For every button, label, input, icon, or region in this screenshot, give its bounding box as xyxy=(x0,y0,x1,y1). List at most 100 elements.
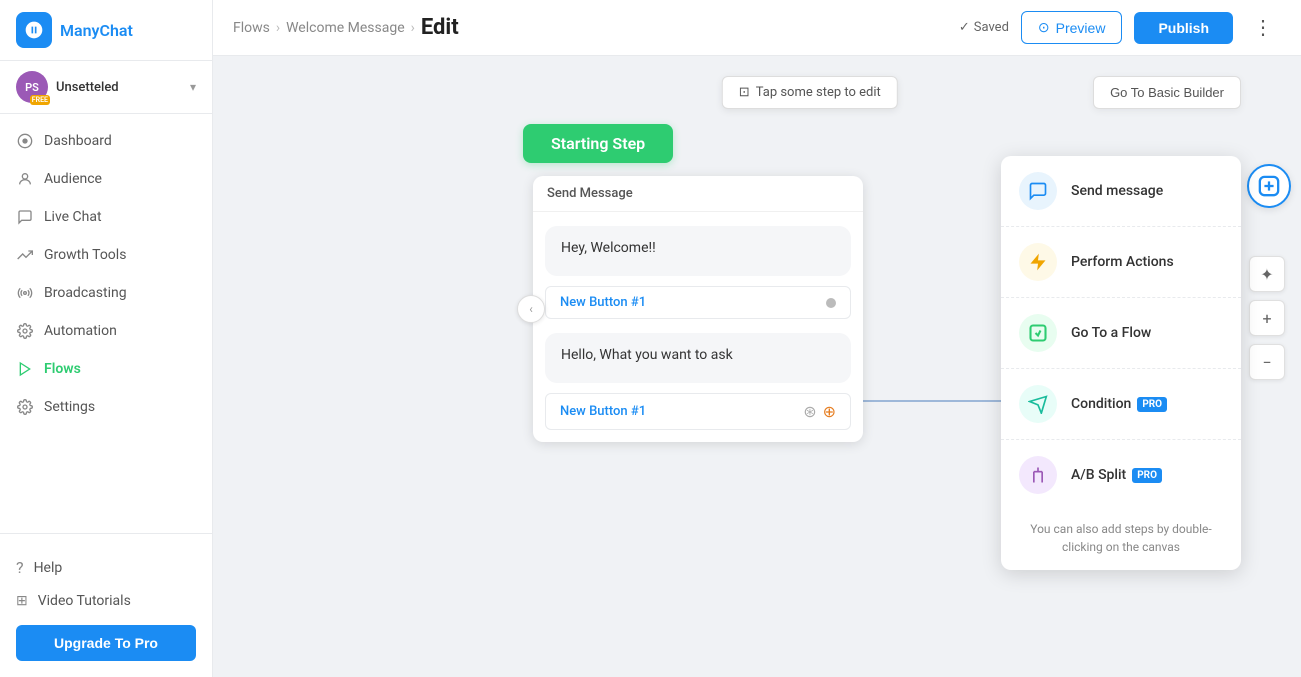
dropdown-send-message[interactable]: Send message xyxy=(1001,156,1241,227)
preview-icon: ⊙ xyxy=(1038,19,1050,36)
dropdown-perform-actions[interactable]: Perform Actions xyxy=(1001,227,1241,298)
sidebar-item-label: Automation xyxy=(44,323,117,339)
sidebar-item-label: Broadcasting xyxy=(44,285,127,301)
automation-icon xyxy=(16,322,34,340)
saved-label: Saved xyxy=(974,20,1009,35)
ab-split-pro-badge: PRO xyxy=(1132,468,1162,483)
sidebar-item-label: Dashboard xyxy=(44,133,112,149)
tap-label: Tap some step to edit xyxy=(756,85,881,100)
check-icon: ✓ xyxy=(959,20,970,35)
send-message-label: Send message xyxy=(1071,183,1163,199)
tap-banner: ⊡ Tap some step to edit xyxy=(722,76,898,109)
main-area: Flows › Welcome Message › Edit ✓ Saved ⊙… xyxy=(213,0,1301,677)
account-name: Unsetteled xyxy=(56,80,119,95)
preview-label: Preview xyxy=(1056,20,1106,36)
go-to-flow-icon xyxy=(1019,314,1057,352)
zoom-in-button[interactable]: + xyxy=(1249,300,1285,336)
audience-icon xyxy=(16,170,34,188)
sidebar-item-label: Audience xyxy=(44,171,102,187)
ab-split-label: A/B Split xyxy=(1071,467,1126,483)
settings-icon xyxy=(16,398,34,416)
topbar-actions: ✓ Saved ⊙ Preview Publish ⋮ xyxy=(959,11,1281,44)
dropdown-go-to-flow[interactable]: Go To a Flow xyxy=(1001,298,1241,369)
link-icon: ⊛ xyxy=(803,402,816,421)
send-message-icon xyxy=(1019,172,1057,210)
button-2-label: New Button #1 xyxy=(560,404,646,419)
page-title: Edit xyxy=(421,15,459,40)
sidebar-item-live-chat[interactable]: Live Chat xyxy=(0,198,212,236)
account-selector[interactable]: PS FREE Unsetteled ▾ xyxy=(0,61,212,114)
perform-actions-label: Perform Actions xyxy=(1071,254,1174,270)
button-action-icons: ⊛ ⊕ xyxy=(803,402,836,421)
message-bubble-1[interactable]: Hey, Welcome!! xyxy=(545,226,851,276)
canvas-add-button[interactable] xyxy=(1247,164,1291,208)
breadcrumb-sep-1: › xyxy=(276,20,280,36)
breadcrumb-flows[interactable]: Flows xyxy=(233,20,270,36)
help-icon: ? xyxy=(16,558,24,577)
tutorials-label: Video Tutorials xyxy=(38,593,131,609)
condition-label: Condition xyxy=(1071,396,1131,412)
chat-icon xyxy=(16,208,34,226)
tap-icon: ⊡ xyxy=(739,85,750,100)
sidebar-item-label: Live Chat xyxy=(44,209,102,225)
breadcrumb: Flows › Welcome Message › Edit xyxy=(233,15,459,40)
canvas[interactable]: ⊡ Tap some step to edit Go To Basic Buil… xyxy=(213,56,1301,677)
dashboard-icon xyxy=(16,132,34,150)
brand-name: ManyChat xyxy=(60,21,133,40)
button-row-2[interactable]: New Button #1 ⊛ ⊕ xyxy=(545,393,851,430)
condition-pro-badge: PRO xyxy=(1137,397,1167,412)
breadcrumb-welcome[interactable]: Welcome Message xyxy=(286,20,405,36)
sidebar-item-automation[interactable]: Automation xyxy=(0,312,212,350)
go-to-flow-label: Go To a Flow xyxy=(1071,325,1151,341)
sidebar-item-label: Flows xyxy=(44,361,81,377)
ab-split-icon xyxy=(1019,456,1057,494)
sidebar-item-settings[interactable]: Settings xyxy=(0,388,212,426)
basic-builder-button[interactable]: Go To Basic Builder xyxy=(1093,76,1241,109)
starting-step-label: Starting Step xyxy=(551,134,645,153)
sidebar-item-flows[interactable]: Flows xyxy=(0,350,212,388)
canvas-tools: ✦ + − xyxy=(1249,256,1285,380)
sidebar-item-label: Settings xyxy=(44,399,95,415)
send-message-node: ‹ Send Message Hey, Welcome!! New Button… xyxy=(533,176,863,442)
broadcasting-icon xyxy=(16,284,34,302)
dropdown-ab-split[interactable]: A/B Split PRO xyxy=(1001,440,1241,510)
condition-icon xyxy=(1019,385,1057,423)
tutorials-item[interactable]: ⊞ Video Tutorials xyxy=(16,585,196,617)
sidebar-item-broadcasting[interactable]: Broadcasting xyxy=(0,274,212,312)
magic-tool-button[interactable]: ✦ xyxy=(1249,256,1285,292)
sidebar-bottom: ? Help ⊞ Video Tutorials Upgrade To Pro xyxy=(0,533,212,677)
breadcrumb-sep-2: › xyxy=(411,20,415,36)
free-badge: FREE xyxy=(30,95,50,105)
warning-icon: ⊕ xyxy=(823,402,836,421)
flows-icon xyxy=(16,360,34,378)
starting-step: Starting Step xyxy=(523,124,673,163)
sidebar-item-dashboard[interactable]: Dashboard xyxy=(0,122,212,160)
saved-status: ✓ Saved xyxy=(959,20,1009,35)
publish-button[interactable]: Publish xyxy=(1134,12,1233,44)
upgrade-button[interactable]: Upgrade To Pro xyxy=(16,625,196,661)
step-type-dropdown: Send message Perform Actions Go To a Flo… xyxy=(1001,156,1241,570)
growth-icon xyxy=(16,246,34,264)
perform-actions-icon xyxy=(1019,243,1057,281)
collapse-button[interactable]: ‹ xyxy=(517,295,545,323)
node-header: Send Message xyxy=(533,176,863,212)
sidebar-item-growth-tools[interactable]: Growth Tools xyxy=(0,236,212,274)
tutorials-icon: ⊞ xyxy=(16,593,28,609)
button-row-1[interactable]: New Button #1 xyxy=(545,286,851,319)
sidebar-item-audience[interactable]: Audience xyxy=(0,160,212,198)
sidebar: ManyChat PS FREE Unsetteled ▾ Dashboard xyxy=(0,0,213,677)
more-options-button[interactable]: ⋮ xyxy=(1245,11,1281,44)
dropdown-condition[interactable]: Condition PRO xyxy=(1001,369,1241,440)
button-connector-dot xyxy=(826,298,836,308)
sidebar-item-label: Growth Tools xyxy=(44,247,126,263)
button-1-label: New Button #1 xyxy=(560,295,646,310)
nav-menu: Dashboard Audience Live Chat Growth Tool… xyxy=(0,114,212,533)
help-item[interactable]: ? Help xyxy=(16,550,196,585)
logo-icon xyxy=(16,12,52,48)
avatar: PS FREE xyxy=(16,71,48,103)
sidebar-header: ManyChat xyxy=(0,0,212,61)
chevron-down-icon: ▾ xyxy=(190,80,196,94)
zoom-out-button[interactable]: − xyxy=(1249,344,1285,380)
preview-button[interactable]: ⊙ Preview xyxy=(1021,11,1123,44)
message-bubble-2[interactable]: Hello, What you want to ask xyxy=(545,333,851,383)
